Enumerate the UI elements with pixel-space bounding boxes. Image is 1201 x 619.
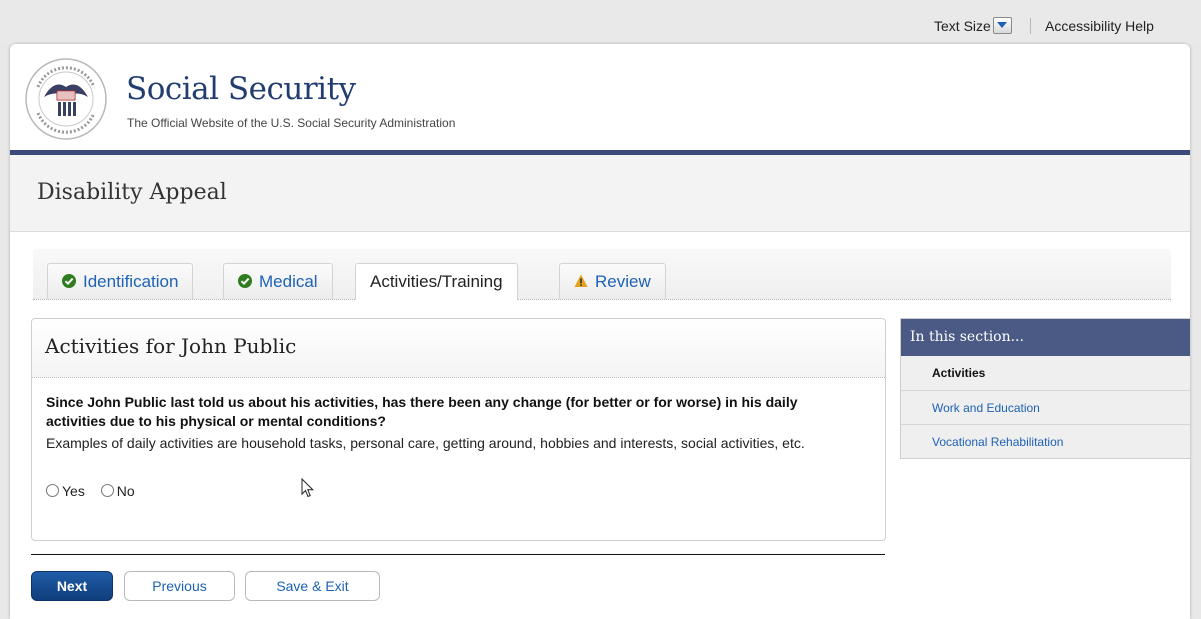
no-label[interactable]: No [117, 483, 135, 499]
previous-button[interactable]: Previous [124, 571, 235, 601]
help-text: Examples of daily activities are househo… [46, 435, 805, 451]
accessibility-help-link[interactable]: Accessibility Help [1045, 18, 1154, 34]
no-radio[interactable] [100, 484, 114, 497]
yes-radio[interactable] [46, 484, 59, 497]
section-nav-heading: In this section... [901, 319, 1190, 356]
site-subtitle: The Official Website of the U.S. Social … [127, 116, 456, 130]
next-button[interactable]: Next [31, 571, 113, 601]
tab-label: Identification [83, 272, 179, 291]
panel-heading: Activities for John Public [45, 334, 297, 358]
check-circle-icon [238, 274, 252, 288]
tab-strip: Identification Medical Activities/Traini… [33, 249, 1171, 300]
check-circle-icon [62, 274, 76, 288]
utility-bar: Text Size Accessibility Help [0, 0, 1201, 44]
page-title-bar: Disability Appeal [10, 155, 1190, 232]
tab-label: Activities/Training [370, 272, 503, 291]
section-nav-item-work-education[interactable]: Work and Education [901, 390, 1190, 424]
activities-panel: Activities for John Public Since John Pu… [31, 318, 886, 541]
tab-review[interactable]: Review [559, 263, 666, 299]
tab-medical[interactable]: Medical [223, 263, 333, 299]
panel-header: Activities for John Public [32, 319, 885, 378]
section-nav-item-vocational-rehabilitation[interactable]: Vocational Rehabilitation [901, 424, 1190, 458]
page-container: Social Security The Official Website of … [10, 44, 1190, 619]
tab-identification[interactable]: Identification [47, 263, 194, 299]
site-title[interactable]: Social Security [126, 71, 356, 107]
tab-activities-training[interactable]: Activities/Training [355, 263, 518, 300]
divider [1030, 18, 1031, 34]
yes-label[interactable]: Yes [62, 483, 85, 499]
ssa-seal-icon[interactable] [24, 57, 108, 141]
mouse-cursor-icon [301, 478, 315, 498]
question-text: Since John Public last told us about his… [46, 394, 798, 429]
tab-label: Review [595, 272, 651, 291]
tab-label: Medical [259, 272, 318, 291]
section-nav-item-activities[interactable]: Activities [901, 356, 1190, 390]
site-header: Social Security The Official Website of … [10, 44, 1190, 150]
change-radio-group: Yes No [46, 483, 147, 499]
warning-icon [574, 274, 588, 287]
page-title: Disability Appeal [37, 180, 227, 205]
chevron-down-icon[interactable] [992, 17, 1012, 34]
text-size-control[interactable]: Text Size [934, 17, 1012, 34]
section-nav: In this section... Activities Work and E… [900, 318, 1190, 459]
divider [31, 554, 885, 555]
save-exit-button[interactable]: Save & Exit [245, 571, 380, 601]
text-size-label: Text Size [934, 18, 991, 34]
